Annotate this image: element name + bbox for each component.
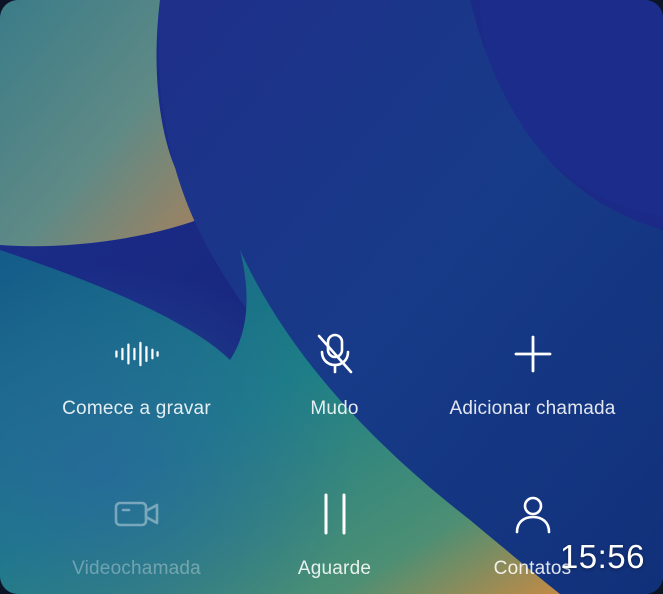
person-icon bbox=[509, 490, 557, 538]
add-call-label: Adicionar chamada bbox=[449, 398, 616, 419]
record-button[interactable]: Comece a gravar bbox=[26, 330, 247, 420]
mic-off-icon bbox=[311, 330, 359, 378]
hold-button[interactable]: Aguarde bbox=[224, 490, 445, 580]
hold-label: Aguarde bbox=[297, 558, 372, 579]
mute-label: Mudo bbox=[310, 398, 359, 419]
in-call-screen: Comece a gravar Mudo Adicionar chamada V… bbox=[0, 0, 663, 594]
record-label: Comece a gravar bbox=[62, 398, 211, 419]
status-clock: 15:56 bbox=[559, 538, 645, 575]
call-controls-grid: Comece a gravar Mudo Adicionar chamada V… bbox=[0, 0, 663, 594]
add-call-button[interactable]: Adicionar chamada bbox=[422, 330, 643, 420]
pause-icon bbox=[311, 490, 359, 538]
video-call-button[interactable]: Videochamada bbox=[26, 490, 247, 580]
plus-icon bbox=[509, 330, 557, 378]
mute-button[interactable]: Mudo bbox=[224, 330, 445, 420]
video-camera-icon bbox=[113, 490, 161, 538]
video-call-label: Videochamada bbox=[72, 558, 201, 579]
waveform-icon bbox=[113, 330, 161, 378]
